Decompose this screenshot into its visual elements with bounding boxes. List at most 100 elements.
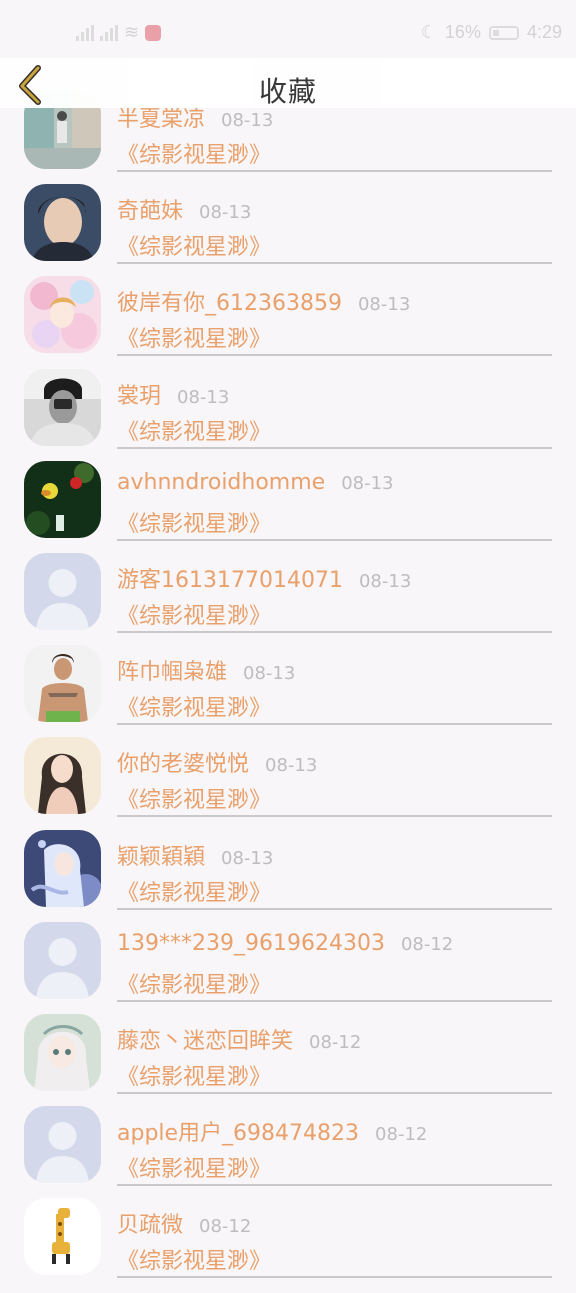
user-name[interactable]: 颖颖穎穎 (117, 839, 205, 871)
user-name[interactable]: avhnndroidhomme (117, 470, 325, 495)
divider (117, 1000, 552, 1002)
divider (117, 1276, 552, 1278)
signal-icon-2 (100, 24, 118, 41)
avatar[interactable] (24, 830, 101, 907)
name-line: 奇葩妹 08-13 (117, 193, 251, 225)
list-item[interactable]: 裳玥 08-13 《综影视星渺》 (0, 369, 576, 464)
divider (117, 908, 552, 910)
battery-percent: 16% (444, 22, 481, 42)
list-item[interactable]: 139***239_9619624303 08-12 《综影视星渺》 (0, 922, 576, 1017)
book-title[interactable]: 《综影视星渺》 (117, 875, 271, 907)
favorite-date: 08-12 (199, 1216, 252, 1237)
user-name[interactable]: 奇葩妹 (117, 193, 183, 225)
name-line: avhnndroidhomme 08-13 (117, 470, 394, 495)
divider (117, 262, 552, 264)
list-item[interactable]: 贝疏微 08-12 《综影视星渺》 (0, 1198, 576, 1293)
avatar[interactable] (24, 369, 101, 446)
favorite-date: 08-13 (177, 387, 230, 408)
avatar[interactable] (24, 276, 101, 353)
favorite-date: 08-12 (375, 1124, 428, 1145)
list-item[interactable]: 阵巾帼枭雄 08-13 《综影视星渺》 (0, 645, 576, 740)
header: 收藏 (0, 58, 576, 108)
alarm-icon: ☾ (420, 22, 437, 42)
user-name[interactable]: 裳玥 (117, 378, 161, 410)
divider (117, 815, 552, 817)
book-title[interactable]: 《综影视星渺》 (117, 1151, 271, 1183)
clock: 4:29 (526, 22, 562, 42)
wifi-icon: ≋ (124, 22, 140, 42)
favorite-date: 08-12 (400, 934, 454, 955)
favorite-date: 08-13 (243, 663, 296, 684)
signal-icon (76, 24, 94, 41)
list-item[interactable]: 游客1613177014071 08-13 《综影视星渺》 (0, 553, 576, 648)
book-title[interactable]: 《综影视星渺》 (117, 782, 271, 814)
app-notification-icon (145, 24, 162, 41)
user-name[interactable]: 你的老婆悦悦 (117, 746, 249, 778)
avatar[interactable] (24, 1198, 101, 1275)
name-line: apple用户_698474823 08-12 (117, 1115, 427, 1147)
name-line: 游客1613177014071 08-13 (117, 562, 411, 594)
name-line: 你的老婆悦悦 08-13 (117, 746, 317, 778)
divider (117, 631, 552, 633)
name-line: 139***239_9619624303 08-12 (117, 931, 453, 956)
battery-icon (488, 25, 519, 40)
avatar[interactable] (24, 461, 101, 538)
divider (117, 170, 552, 172)
avatar[interactable] (24, 922, 101, 999)
name-line: 藤恋丶迷恋回眸笑 08-12 (117, 1023, 361, 1055)
user-name[interactable]: 139***239_9619624303 (117, 931, 385, 956)
user-name[interactable]: 阵巾帼枭雄 (117, 654, 227, 686)
name-line: 裳玥 08-13 (117, 378, 229, 410)
book-title[interactable]: 《综影视星渺》 (117, 137, 271, 169)
book-title[interactable]: 《综影视星渺》 (117, 967, 271, 999)
favorite-date: 08-13 (265, 755, 318, 776)
status-bar: ≋ ☾ 16% 4:29 (0, 0, 576, 58)
divider (117, 447, 552, 449)
list-item[interactable]: 你的老婆悦悦 08-13 《综影视星渺》 (0, 737, 576, 832)
avatar[interactable] (24, 1014, 101, 1091)
user-name[interactable]: 藤恋丶迷恋回眸笑 (117, 1023, 293, 1055)
book-title[interactable]: 《综影视星渺》 (117, 1059, 271, 1091)
list-item[interactable]: apple用户_698474823 08-12 《综影视星渺》 (0, 1106, 576, 1201)
user-name[interactable]: 彼岸有你_612363859 (117, 285, 342, 317)
book-title[interactable]: 《综影视星渺》 (117, 229, 271, 261)
divider (117, 1092, 552, 1094)
list-item[interactable]: 奇葩妹 08-13 《综影视星渺》 (0, 184, 576, 279)
avatar[interactable] (24, 553, 101, 630)
divider (117, 1184, 552, 1186)
avatar[interactable] (24, 737, 101, 814)
status-right: ☾ 16% 4:29 (421, 22, 562, 43)
book-title[interactable]: 《综影视星渺》 (117, 690, 271, 722)
name-line: 彼岸有你_612363859 08-13 (117, 285, 410, 317)
divider (117, 723, 552, 725)
divider (117, 539, 552, 541)
favorite-date: 08-13 (358, 571, 412, 592)
favorite-date: 08-13 (221, 848, 274, 869)
list-item[interactable]: 彼岸有你_612363859 08-13 《综影视星渺》 (0, 276, 576, 371)
book-title[interactable]: 《综影视星渺》 (117, 321, 271, 353)
favorite-date: 08-13 (199, 202, 252, 223)
name-line: 贝疏微 08-12 (117, 1207, 251, 1239)
favorite-date: 08-13 (357, 294, 411, 315)
favorite-date: 08-13 (221, 110, 274, 131)
book-title[interactable]: 《综影视星渺》 (117, 598, 271, 630)
user-name[interactable]: apple用户_698474823 (117, 1115, 359, 1147)
list-item[interactable]: avhnndroidhomme 08-13 《综影视星渺》 (0, 461, 576, 556)
avatar[interactable] (24, 645, 101, 722)
status-left: ≋ (76, 22, 162, 43)
divider (117, 354, 552, 356)
avatar[interactable] (24, 1106, 101, 1183)
page-title: 收藏 (258, 75, 317, 108)
book-title[interactable]: 《综影视星渺》 (117, 506, 271, 538)
name-line: 阵巾帼枭雄 08-13 (117, 654, 295, 686)
user-name[interactable]: 游客1613177014071 (117, 562, 343, 594)
list-item[interactable]: 藤恋丶迷恋回眸笑 08-12 《综影视星渺》 (0, 1014, 576, 1109)
favorite-date: 08-13 (341, 473, 394, 494)
user-name[interactable]: 贝疏微 (117, 1207, 183, 1239)
favorite-date: 08-12 (309, 1032, 362, 1053)
book-title[interactable]: 《综影视星渺》 (117, 414, 271, 446)
list-item[interactable]: 颖颖穎穎 08-13 《综影视星渺》 (0, 830, 576, 925)
name-line: 颖颖穎穎 08-13 (117, 839, 273, 871)
book-title[interactable]: 《综影视星渺》 (117, 1243, 271, 1275)
avatar[interactable] (24, 184, 101, 261)
